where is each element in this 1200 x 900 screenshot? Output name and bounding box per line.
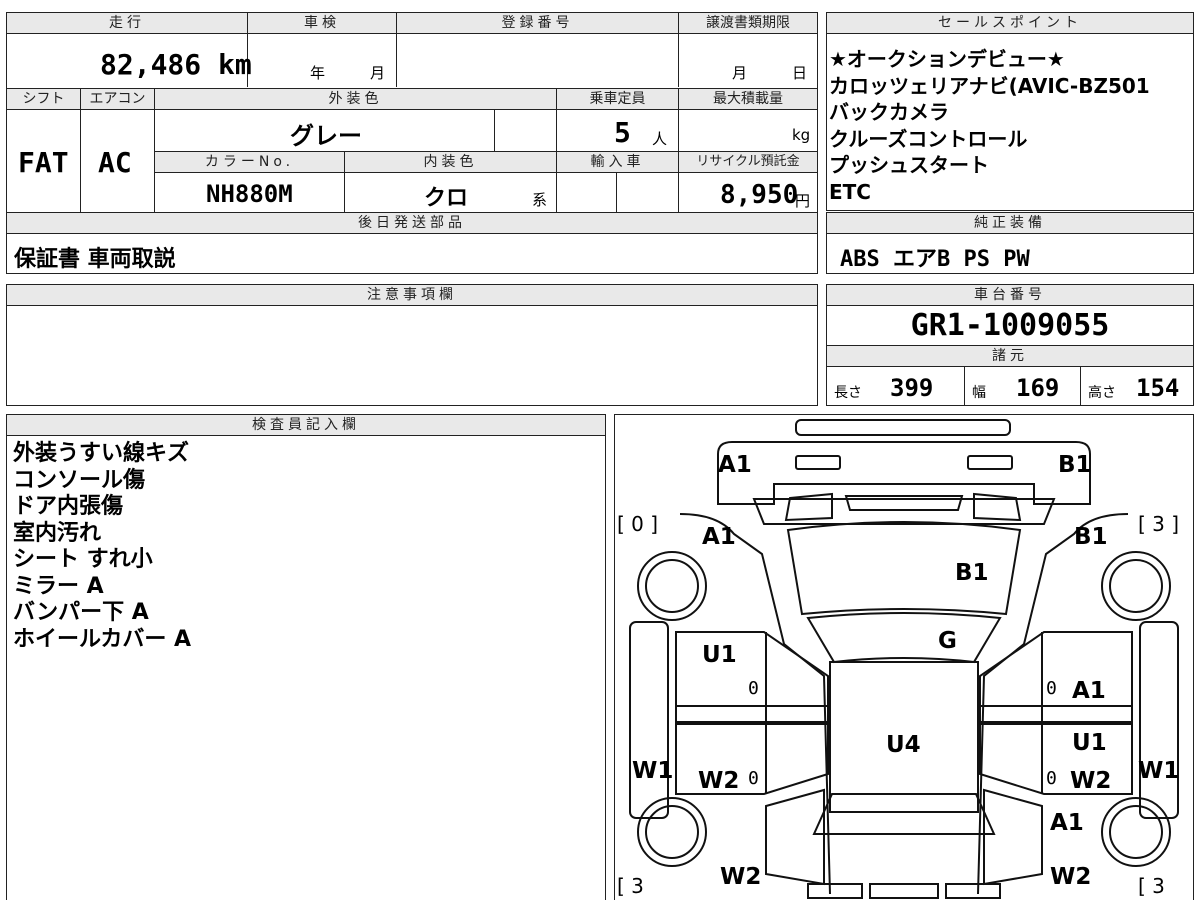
inspector-note: バンパー下 A (13, 600, 149, 625)
inspector-note: ミラー A (13, 573, 104, 599)
header-sales-points: セールスポイント (827, 13, 1193, 34)
diagram-label-u1-right-rear-door: U1 (1072, 730, 1107, 756)
header-shift: シフト (7, 89, 80, 110)
diagram-label-a1-left-fender: A1 (702, 524, 736, 550)
transfer-day: 日 (792, 64, 808, 82)
equipment-value: ABS エアB PS PW (840, 247, 1030, 272)
height-value: 154 (1136, 374, 1180, 402)
diagram-label-b1-hood: B1 (955, 560, 989, 586)
diagram-label-tire-front-right: [ 3 ] (1138, 512, 1180, 536)
diagram-label-tire-rear-right: [ 3 (1138, 874, 1165, 898)
header-shaken: 車検 (247, 13, 396, 34)
sales-points-list: ★オークションデビュー★ カロッツェリアナビ(AVIC-BZ501 バックカメラ… (829, 46, 1191, 205)
header-import: 輸入車 (556, 152, 678, 173)
recycle-deposit-unit: 円 (795, 192, 811, 210)
diagram-label-tire-rear-left: [ 3 (617, 874, 644, 898)
header-mileage: 走行 (7, 13, 247, 34)
inspector-notes-list: 外装うすい線キズ コンソール傷 ドア内張傷 室内汚れ シート すれ小 ミラー A… (13, 441, 191, 653)
diagram-label-a1-front-left: A1 (718, 452, 752, 478)
sales-point-item: クルーズコントロール (829, 126, 1028, 151)
diagram-label-w1-right: W1 (1138, 758, 1180, 784)
header-interior-color: 内装色 (344, 152, 556, 173)
aircon-value: AC (98, 146, 132, 179)
diagram-label-zero-3: 0 (748, 768, 759, 789)
sales-point-item: ETC (829, 179, 871, 204)
diagram-label-u4-roof: U4 (886, 732, 921, 758)
sales-point-item: プッシュスタート (829, 153, 989, 177)
width-label: 幅 (972, 385, 986, 401)
length-value: 399 (890, 374, 934, 402)
inspector-note: ホイールカバー A (13, 626, 192, 652)
interior-color-value: クロ (424, 186, 469, 211)
diagram-label-w2-left-rear-door: W2 (698, 768, 740, 794)
width-value: 169 (1016, 374, 1060, 402)
mileage-value: 82,486 km (100, 48, 252, 81)
shaken-year: 年 (310, 64, 326, 82)
header-inspector: 検査員記入欄 (7, 415, 605, 436)
car-diagram-outline (629, 419, 1179, 899)
diagram-label-w2-right-rear-door: W2 (1070, 768, 1112, 794)
header-notes: 注意事項欄 (7, 285, 817, 306)
sales-point-item: ★オークションデビュー★ (829, 47, 1065, 71)
sales-point-item: バックカメラ (829, 100, 949, 124)
diagram-label-w1-left: W1 (632, 758, 674, 784)
header-aircon: エアコン (80, 89, 154, 110)
later-parts-value: 保証書 車両取説 (14, 247, 176, 272)
header-capacity: 乗車定員 (556, 89, 678, 110)
inspector-note: ドア内張傷 (13, 494, 124, 519)
diagram-label-b1-right-fender: B1 (1074, 524, 1108, 550)
inspector-note: コンソール傷 (13, 467, 146, 493)
capacity-unit: 人 (652, 130, 668, 148)
color-number-value: NH880M (206, 180, 293, 208)
chassis-number-value: GR1-1009055 (910, 308, 1110, 343)
diagram-label-zero-4: 0 (1046, 768, 1057, 789)
header-exterior-color: 外装色 (154, 89, 556, 110)
exterior-color-value: グレー (290, 122, 362, 150)
header-chassis-number: 車台番号 (827, 285, 1193, 306)
diagram-label-tire-front-left: [ 0 ] (617, 512, 659, 536)
header-specs: 諸元 (827, 346, 1193, 367)
interior-color-suffix: 系 (532, 191, 548, 209)
diagram-label-zero-2: 0 (1046, 678, 1057, 699)
header-equipment: 純正装備 (827, 213, 1193, 234)
diagram-label-w2-right-bottom: W2 (1050, 864, 1092, 890)
header-color-number: カラーNo. (155, 152, 344, 173)
length-label: 長さ (834, 385, 862, 401)
header-registration: 登録番号 (396, 13, 678, 34)
diagram-label-a1-right-quarter: A1 (1050, 810, 1084, 836)
header-max-load: 最大積載量 (678, 89, 817, 110)
inspector-note: 外装うすい線キズ (13, 441, 190, 466)
shaken-month: 月 (370, 64, 386, 82)
recycle-deposit-value: 8,950 (720, 180, 799, 210)
diagram-label-u1-left-door: U1 (702, 642, 737, 668)
sales-point-item: カロッツェリアナビ(AVIC-BZ501 (829, 73, 1150, 98)
header-later-parts: 後日発送部品 (7, 213, 817, 234)
diagram-label-a1-right-door: A1 (1072, 678, 1106, 704)
transfer-month: 月 (732, 64, 748, 82)
header-recycle-deposit: リサイクル預託金 (678, 152, 817, 173)
max-load-unit: kg (792, 126, 811, 144)
header-transfer-deadline: 譲渡書類期限 (678, 13, 817, 34)
diagram-label-b1-front-right: B1 (1058, 452, 1092, 478)
diagram-label-g-windshield: G (938, 628, 957, 654)
capacity-value: 5 (614, 116, 631, 149)
inspector-note: シート すれ小 (13, 547, 153, 572)
shift-value: FAT (18, 146, 69, 179)
diagram-label-w2-left-bottom: W2 (720, 864, 762, 890)
diagram-label-zero-1: 0 (748, 678, 759, 699)
inspector-note: 室内汚れ (13, 520, 102, 546)
height-label: 高さ (1088, 385, 1116, 401)
